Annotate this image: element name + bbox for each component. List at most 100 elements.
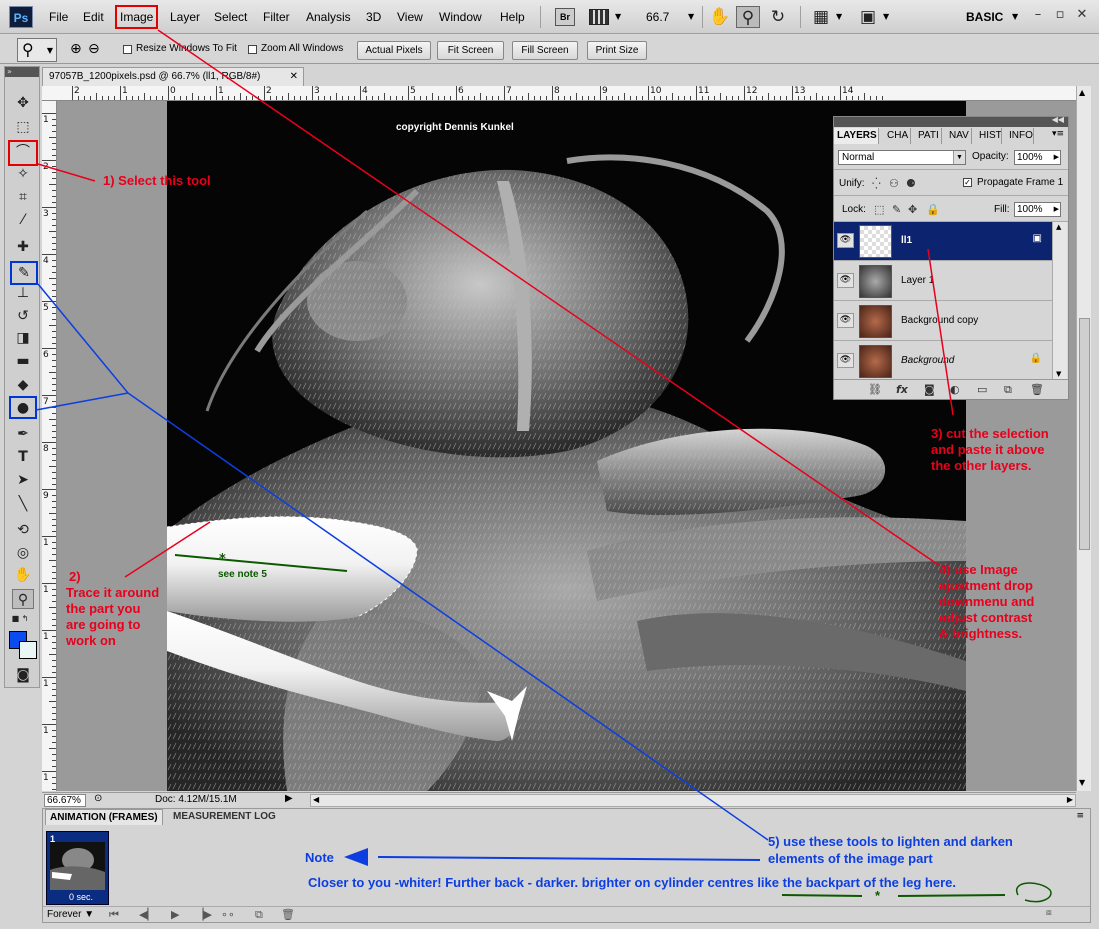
document-tab[interactable]: 97057B_1200pixels.psd @ 66.7% (ll1, RGB/… [42,67,304,86]
hand-icon[interactable]: ✋ [12,565,34,585]
resize-windows-checkbox[interactable] [123,45,132,54]
scroll-right-icon[interactable]: ▶ [1067,795,1073,804]
vertical-scrollbar[interactable]: ▲ ▼ [1076,86,1091,791]
duplicate-frame-icon[interactable]: ⧉ [255,908,263,922]
tween-icon[interactable]: ∘∘ [221,908,235,921]
maximize-icon[interactable]: ▫ [1052,7,1068,23]
menu-layer[interactable]: Layer [170,10,200,24]
quick-mask-icon[interactable]: ◙ [12,665,34,685]
eye-icon[interactable]: 👁 [837,313,854,328]
filmstrip-icon[interactable] [589,9,609,25]
new-layer-icon[interactable]: ⧉ [1004,383,1012,397]
menu-file[interactable]: File [49,10,68,24]
3d-orbit-icon[interactable]: ◎ [12,543,34,563]
layers-scrollbar[interactable]: ▲ ▼ [1052,222,1067,379]
zoom-in-icon[interactable]: ⊕ [70,42,82,56]
layer-mask-icon[interactable]: ◙ [924,383,935,396]
layer-row-ll1[interactable]: 👁 ll1 ▣ [834,222,1052,261]
convert-timeline-icon[interactable]: ⧈ [1046,908,1052,918]
eye-icon[interactable]: 👁 [837,353,854,368]
new-group-icon[interactable]: ▭ [977,383,987,396]
menu-view[interactable]: View [397,10,423,24]
fill-field[interactable]: 100% ▶ [1014,202,1061,217]
workspace-switcher[interactable]: BASIC [966,10,1003,24]
fit-screen-button[interactable]: Fit Screen [437,41,504,60]
minimize-icon[interactable]: – [1030,7,1046,23]
scroll-up-icon[interactable]: ▲ [1079,88,1085,97]
dodge-burn-tool-icon[interactable]: ● [9,396,37,419]
print-size-button[interactable]: Print Size [587,41,647,60]
unify-visibility-icon[interactable]: ⚇ [889,177,899,190]
previous-frame-icon[interactable]: ◀▏ [139,908,156,921]
lock-position-icon[interactable]: ✥ [908,203,917,216]
fill-screen-button[interactable]: Fill Screen [512,41,578,60]
layer-name[interactable]: Background [901,355,954,366]
move-tool-icon[interactable]: ✥ [12,93,34,113]
magic-wand-icon[interactable]: ✧ [12,164,34,184]
collapse-icon[interactable]: ◀◀ [1052,115,1064,124]
line-tool-icon[interactable]: ╲ [12,494,34,514]
slider-arrow-icon[interactable]: ▶ [1054,151,1059,164]
gradient-tool-icon[interactable]: ▬ [12,351,34,371]
zoom-level-field[interactable]: 66.7 [646,10,669,24]
slider-arrow-icon[interactable]: ▶ [1054,203,1059,216]
menu-analysis[interactable]: Analysis [306,10,351,24]
zoom-percent-field[interactable]: 66.67% [44,794,86,807]
background-color-swatch[interactable] [19,641,37,659]
marquee-tool-icon[interactable]: ⬚ [12,117,34,137]
3d-rotate-icon[interactable]: ⟲ [12,520,34,540]
delete-frame-icon[interactable]: 🗑 [281,908,295,921]
panel-menu-icon[interactable]: ▾≡ [1052,129,1064,139]
scroll-down-icon[interactable]: ▼ [1056,370,1061,378]
layer-row-background-copy[interactable]: 👁 Background copy [834,302,1052,341]
screen-mode-icon[interactable]: ▣ [856,6,880,28]
history-brush-icon[interactable]: ↺ [12,306,34,326]
hand-icon[interactable]: ✋ [708,6,732,28]
zoom-out-icon[interactable]: ⊖ [88,42,100,56]
rotate-view-icon[interactable]: ↻ [766,6,790,28]
eraser-icon[interactable]: ◨ [12,328,34,348]
menu-help[interactable]: Help [500,10,525,24]
panel-grip[interactable]: ◀◀ [834,115,1068,127]
blend-mode-select[interactable]: Normal ▼ [838,150,966,165]
unify-position-icon[interactable]: ⁛ [872,177,881,190]
chevron-down-icon[interactable]: ▼ [1012,12,1018,21]
tool-preset-picker[interactable]: ⚲ ▼ [17,38,57,62]
horizontal-scrollbar[interactable]: ◀ ▶ [310,794,1076,807]
arrange-documents-icon[interactable]: ▦ [809,6,833,28]
eye-icon[interactable]: 👁 [837,273,854,288]
tab-history[interactable]: HIST [976,128,1002,144]
opacity-field[interactable]: 100% ▶ [1014,150,1061,165]
blur-tool-icon[interactable]: ◆ [12,375,34,395]
link-layers-icon[interactable]: ⛓ [868,383,882,396]
default-colors-icon[interactable]: ■ ↰ [7,613,33,625]
close-icon[interactable]: ✕ [1074,7,1090,23]
path-selection-icon[interactable]: ➤ [12,470,34,490]
chevron-down-icon[interactable]: ▼ [688,12,694,21]
close-icon[interactable]: ✕ [290,68,298,86]
animation-frame[interactable]: 1 0 sec. [46,831,109,905]
menu-window[interactable]: Window [439,10,482,24]
scroll-down-icon[interactable]: ▼ [1079,778,1085,787]
tab-paths[interactable]: PATI [915,128,942,144]
tab-layers[interactable]: LAYERS [834,128,879,144]
scroll-thumb[interactable] [1079,318,1090,550]
play-icon[interactable]: ▶ [171,908,179,921]
menu-select[interactable]: Select [214,10,247,24]
actual-pixels-button[interactable]: Actual Pixels [357,41,431,60]
type-tool-icon[interactable]: T [12,447,34,467]
chevron-down-icon[interactable]: ▼ [615,12,621,21]
eyedropper-icon[interactable]: ⁄ [12,210,34,230]
menu-3d[interactable]: 3D [366,10,381,24]
tab-channels[interactable]: CHA [884,128,911,144]
chevron-down-icon[interactable]: ▼ [836,12,842,21]
lock-transparent-icon[interactable]: ⬚ [874,203,884,216]
layer-name[interactable]: ll1 [901,235,912,246]
scroll-left-icon[interactable]: ◀ [313,795,319,804]
zoom-icon[interactable]: ⚲ [736,6,760,28]
layer-row-layer-1[interactable]: 👁 Layer 1 [834,262,1052,301]
delete-layer-icon[interactable]: 🗑 [1030,383,1044,396]
tab-measurement-log[interactable]: MEASUREMENT LOG [169,809,280,825]
tab-navigator[interactable]: NAV [946,128,972,144]
status-proof-icon[interactable]: ⊙ [94,793,102,804]
